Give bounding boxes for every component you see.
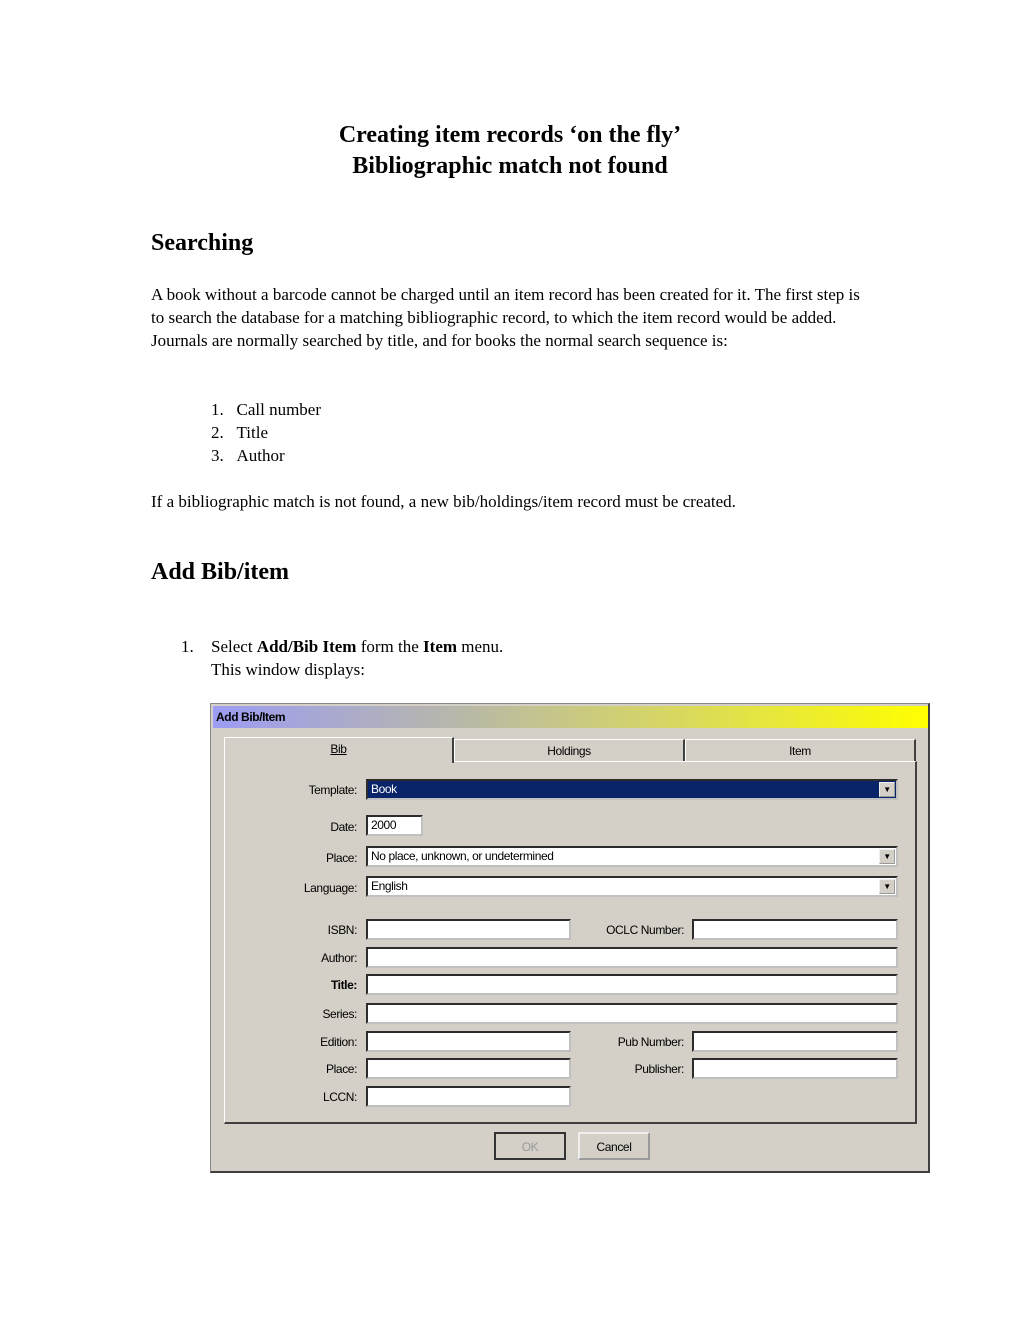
isbn-field[interactable] xyxy=(366,919,571,940)
intro-paragraph: A book without a barcode cannot be charg… xyxy=(151,285,860,350)
step-text: Select Add/Bib Item form the Item menu. xyxy=(211,635,503,658)
place-select-label: Place: xyxy=(326,851,357,865)
tab-holdings[interactable]: Holdings xyxy=(454,739,685,761)
place-select[interactable]: No place, unknown, or undetermined ▼ xyxy=(366,846,898,867)
dialog-titlebar: Add Bib/Item xyxy=(213,706,928,728)
series-label: Series: xyxy=(322,1007,357,1021)
step-text-bold: Add/Bib Item xyxy=(256,637,357,656)
chevron-down-icon[interactable]: ▼ xyxy=(879,849,895,864)
doc-subtitle: Bibliographic match not found xyxy=(352,153,668,179)
publisher-field[interactable] xyxy=(692,1058,898,1079)
ok-button[interactable]: OK xyxy=(494,1132,566,1160)
doc-title: Creating item records ‘on the fly’ xyxy=(338,122,682,148)
place-label: Place: xyxy=(326,1062,357,1076)
edition-label: Edition: xyxy=(320,1035,357,1049)
series-field[interactable] xyxy=(366,1003,898,1024)
date-label: Date: xyxy=(330,820,357,834)
chevron-down-icon[interactable]: ▼ xyxy=(879,879,895,894)
pub-number-field[interactable] xyxy=(692,1031,898,1052)
oclc-field[interactable] xyxy=(692,919,898,940)
edition-field[interactable] xyxy=(366,1031,571,1052)
date-field[interactable]: 2000 xyxy=(366,815,423,836)
step-text-part: menu. xyxy=(457,637,504,656)
language-label: Language: xyxy=(303,881,358,895)
language-select[interactable]: English ▼ xyxy=(366,876,898,897)
list-item-text: Author xyxy=(236,446,285,465)
cancel-button[interactable]: Cancel xyxy=(578,1132,650,1160)
title-label: Title: xyxy=(330,978,357,992)
author-field[interactable] xyxy=(366,947,898,968)
list-item: 3. Author xyxy=(211,446,285,465)
step-number: 1. xyxy=(181,637,194,656)
tab-label: Bib xyxy=(330,742,347,756)
template-select[interactable]: Book ▼ xyxy=(366,779,898,800)
chevron-down-icon[interactable]: ▼ xyxy=(879,782,895,797)
template-label: Template: xyxy=(308,783,358,797)
tab-item[interactable]: Item xyxy=(685,739,916,761)
step-text-line2: This window displays: xyxy=(211,660,365,679)
lccn-field[interactable] xyxy=(366,1086,571,1107)
step-text-part: form the xyxy=(356,637,424,656)
add-bib-item-dialog: Add Bib/Item Bib Holdings Item Template:… xyxy=(210,703,930,1173)
place-select-value: No place, unknown, or undetermined xyxy=(371,849,554,863)
place-field[interactable] xyxy=(366,1058,571,1079)
oclc-label: OCLC Number: xyxy=(606,923,684,937)
publisher-label: Publisher: xyxy=(634,1062,685,1076)
list-item-text: Call number xyxy=(236,400,322,419)
step-text-part: Select xyxy=(211,637,257,656)
match-paragraph: If a bibliographic match is not found, a… xyxy=(151,492,736,511)
lccn-label: LCCN: xyxy=(322,1090,357,1104)
section-heading-searching: Searching xyxy=(151,230,254,256)
isbn-label: ISBN: xyxy=(327,923,358,937)
list-item: 1. Call number xyxy=(211,400,322,419)
tab-label: Holdings xyxy=(547,744,591,758)
tab-label: Item xyxy=(789,744,811,758)
list-item-text: Title xyxy=(236,423,269,442)
step-text-bold: Item xyxy=(423,637,458,656)
template-value: Book xyxy=(371,782,397,796)
list-item: 2. Title xyxy=(211,423,269,442)
section-heading-add-bib-item: Add Bib/item xyxy=(151,559,290,585)
author-label: Author: xyxy=(321,951,357,965)
language-value: English xyxy=(371,879,408,893)
tab-bib[interactable]: Bib xyxy=(224,737,454,763)
title-field[interactable] xyxy=(366,974,898,995)
pub-number-label: Pub Number: xyxy=(617,1035,685,1049)
